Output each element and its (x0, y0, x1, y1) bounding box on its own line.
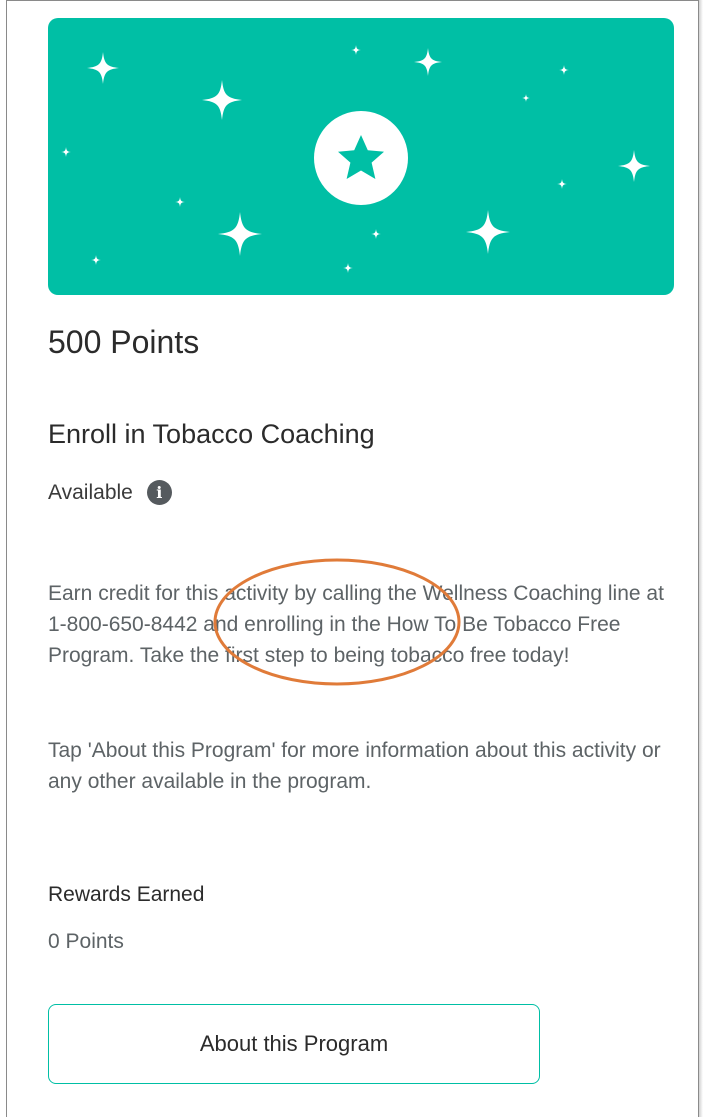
rewards-earned-label: Rewards Earned (48, 883, 205, 906)
sparkle-icon (351, 45, 361, 55)
sparkle-icon (414, 48, 442, 76)
sparkle-icon (522, 94, 530, 102)
sparkle-icon (559, 65, 569, 75)
sparkle-icon (202, 80, 242, 120)
sparkle-icon (557, 179, 567, 189)
points-title: 500 Points (48, 324, 200, 360)
info-icon[interactable]: i (146, 480, 172, 505)
sparkle-icon (371, 229, 381, 239)
sparkle-icon (618, 150, 650, 182)
status-row: Available i (48, 480, 172, 505)
sparkle-icon (175, 197, 185, 207)
activity-description: Earn credit for this activity by calling… (48, 582, 664, 667)
sparkles-illustration (61, 45, 650, 273)
status-text: Available (48, 480, 133, 504)
about-program-button[interactable]: About this Program (48, 1004, 540, 1084)
sparkle-icon (87, 52, 119, 84)
sparkle-icon (343, 263, 353, 273)
rewards-earned-value: 0 Points (48, 930, 124, 953)
sparkle-icon (466, 210, 510, 254)
activity-title: Enroll in Tobacco Coaching (48, 419, 375, 449)
sparkle-icon (61, 147, 71, 157)
window-shadow (699, 0, 703, 1117)
program-hint: Tap 'About this Program' for more inform… (48, 739, 661, 793)
reward-banner (48, 18, 674, 295)
sparkle-icon (91, 255, 101, 265)
star-badge-icon (314, 111, 408, 205)
sparkle-icon (218, 212, 262, 256)
